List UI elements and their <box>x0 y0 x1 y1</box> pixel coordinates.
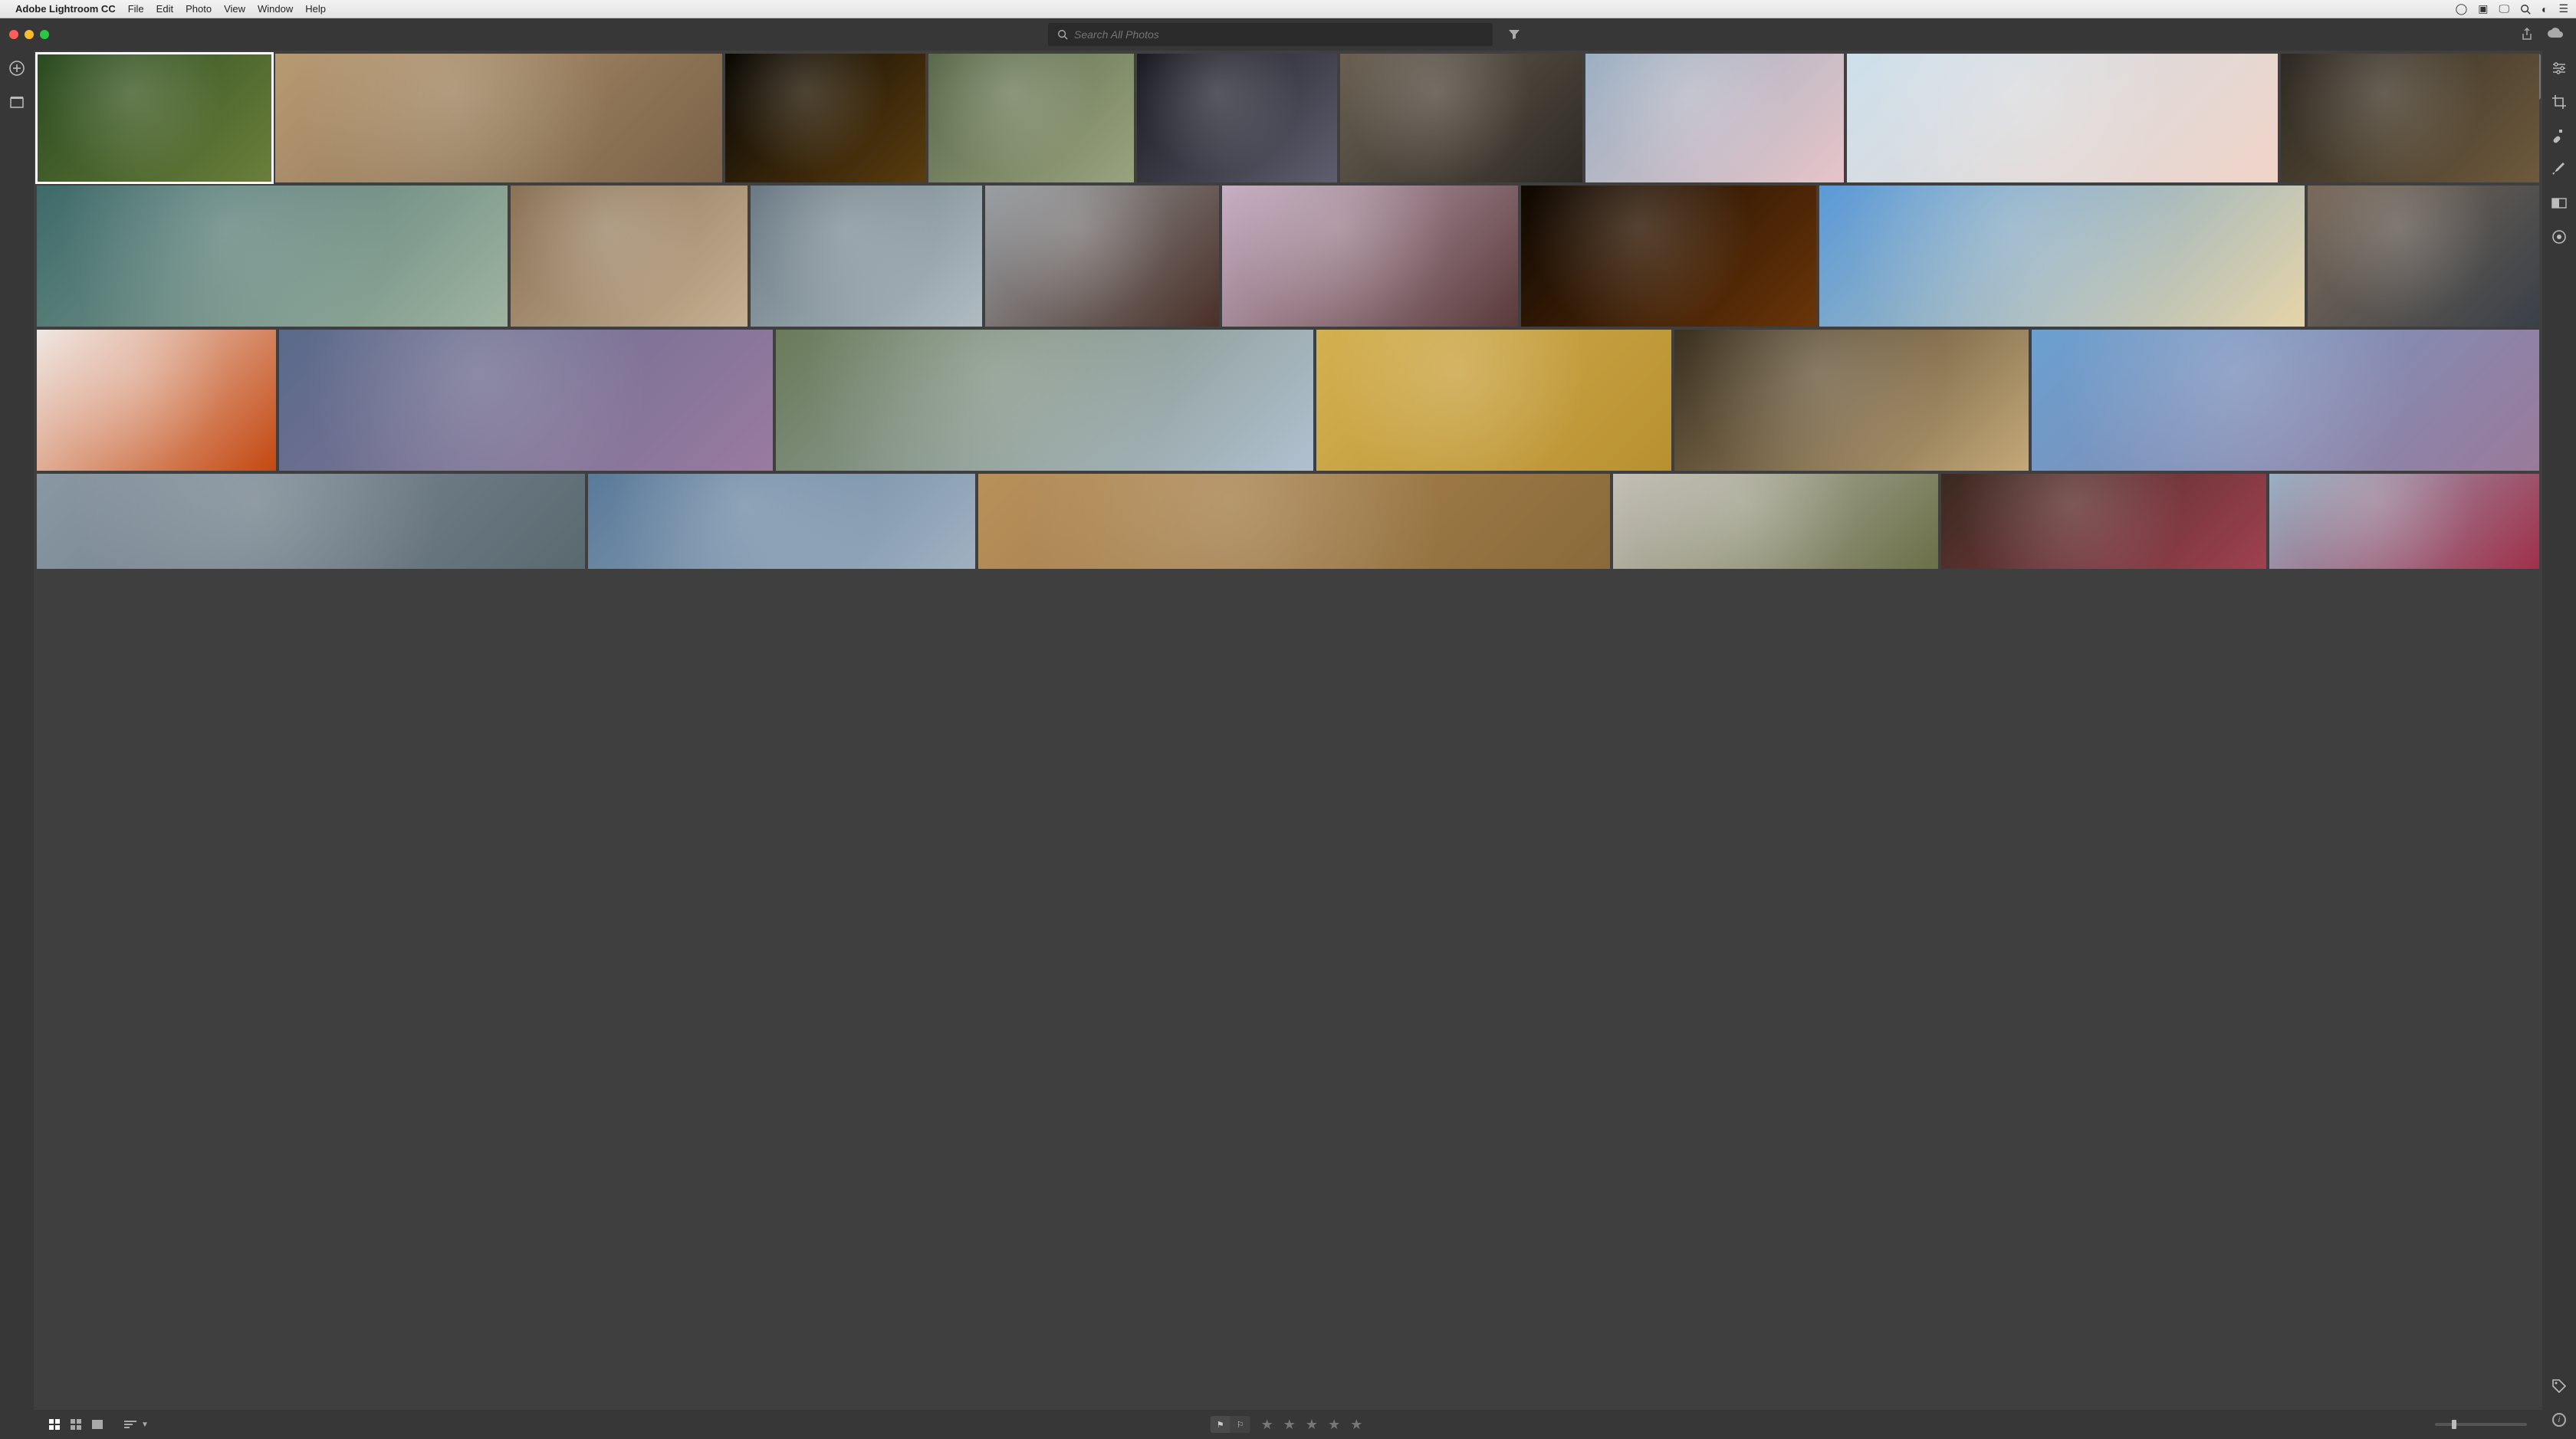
photo-thumbnail[interactable] <box>2269 474 2539 569</box>
grid-row <box>37 186 2539 327</box>
menu-file[interactable]: File <box>128 3 144 15</box>
photo-thumbnail[interactable] <box>37 474 585 569</box>
photo-thumbnail[interactable] <box>1222 186 1518 327</box>
sort-button[interactable]: ▼ <box>124 1421 149 1429</box>
search-field[interactable] <box>1048 23 1493 46</box>
menu-view[interactable]: View <box>224 3 245 15</box>
creative-cloud-icon[interactable]: ◯ <box>2456 2 2468 15</box>
left-rail <box>0 51 34 1439</box>
photo-thumbnail[interactable] <box>1674 330 2029 471</box>
menu-window[interactable]: Window <box>258 3 293 15</box>
menu-edit[interactable]: Edit <box>156 3 173 15</box>
photo-thumbnail[interactable] <box>511 186 748 327</box>
photo-thumbnail[interactable] <box>1941 474 2266 569</box>
photo-thumbnail[interactable] <box>985 186 1219 327</box>
linear-gradient-button[interactable] <box>2551 195 2568 212</box>
photo-thumbnail[interactable] <box>37 330 276 471</box>
filter-button[interactable] <box>1500 23 1528 46</box>
view-square-grid-button[interactable] <box>71 1419 81 1430</box>
view-grid-button[interactable] <box>49 1419 60 1430</box>
grid-row <box>37 330 2539 471</box>
photo-thumbnail[interactable] <box>751 186 982 327</box>
photo-thumbnail[interactable] <box>1521 186 1817 327</box>
share-button[interactable] <box>2521 28 2533 41</box>
photo-thumbnail[interactable] <box>37 54 272 182</box>
photo-thumbnail[interactable] <box>776 330 1313 471</box>
menu-photo[interactable]: Photo <box>186 3 212 15</box>
app-name[interactable]: Adobe Lightroom CC <box>15 3 116 15</box>
photo-thumbnail[interactable] <box>2308 186 2539 327</box>
grid-row <box>37 474 2539 569</box>
screen-record-icon[interactable]: ▣ <box>2478 2 2488 15</box>
menu-help[interactable]: Help <box>305 3 326 15</box>
siri-icon[interactable]: ◐ <box>2542 3 2548 15</box>
edit-sliders-button[interactable] <box>2551 60 2568 77</box>
display-icon[interactable]: 🖵 <box>2499 2 2509 15</box>
app-toolbar <box>0 18 2576 51</box>
healing-brush-button[interactable] <box>2551 127 2568 144</box>
photo-thumbnail[interactable] <box>928 54 1134 182</box>
photo-thumbnail[interactable] <box>1316 330 1671 471</box>
flag-reject-button[interactable]: ⚐ <box>1230 1416 1250 1433</box>
right-rail: i <box>2542 51 2576 1439</box>
photo-thumbnail[interactable] <box>978 474 1610 569</box>
flag-pick-button[interactable]: ⚑ <box>1211 1416 1230 1433</box>
sort-icon <box>124 1421 136 1428</box>
search-icon <box>1057 29 1068 40</box>
add-photos-button[interactable] <box>8 60 25 77</box>
photo-thumbnail[interactable] <box>725 54 925 182</box>
photo-thumbnail[interactable] <box>1585 54 1844 182</box>
cloud-sync-icon[interactable] <box>2547 28 2564 41</box>
grid-row <box>37 54 2539 182</box>
radial-gradient-button[interactable] <box>2551 228 2568 245</box>
brush-button[interactable] <box>2551 161 2568 178</box>
my-photos-button[interactable] <box>8 94 25 110</box>
photo-thumbnail[interactable] <box>1137 54 1337 182</box>
keywords-button[interactable] <box>2551 1378 2568 1395</box>
photo-thumbnail[interactable] <box>275 54 722 182</box>
photo-thumbnail[interactable] <box>2032 330 2539 471</box>
rating-stars[interactable]: ★ ★ ★ ★ ★ <box>1261 1417 1366 1433</box>
photo-thumbnail[interactable] <box>1819 186 2304 327</box>
bottom-bar: ▼ ⚑ ⚐ ★ ★ ★ ★ ★ <box>34 1410 2542 1439</box>
flag-controls: ⚑ ⚐ <box>1211 1416 1250 1433</box>
window-controls <box>0 30 61 39</box>
main-panel: ▼ ⚑ ⚐ ★ ★ ★ ★ ★ <box>34 51 2542 1439</box>
thumbnail-size-slider[interactable] <box>2435 1423 2527 1426</box>
notification-center-icon[interactable]: ☰ <box>2558 2 2568 15</box>
photo-thumbnail[interactable] <box>2281 54 2539 182</box>
photo-thumbnail[interactable] <box>1847 54 2278 182</box>
view-detail-button[interactable] <box>92 1420 103 1429</box>
macos-menubar: Adobe Lightroom CC File Edit Photo View … <box>0 0 2576 18</box>
window-minimize-button[interactable] <box>25 30 34 39</box>
photo-thumbnail[interactable] <box>1340 54 1582 182</box>
photo-thumbnail[interactable] <box>37 186 508 327</box>
spotlight-icon[interactable] <box>2520 4 2531 15</box>
crop-button[interactable] <box>2551 94 2568 110</box>
info-button[interactable]: i <box>2551 1411 2568 1428</box>
search-input[interactable] <box>1074 28 1484 41</box>
window-zoom-button[interactable] <box>40 30 49 39</box>
chevron-down-icon: ▼ <box>141 1421 149 1429</box>
photo-thumbnail[interactable] <box>1613 474 1938 569</box>
window-close-button[interactable] <box>9 30 18 39</box>
photo-thumbnail[interactable] <box>588 474 974 569</box>
photo-thumbnail[interactable] <box>279 330 774 471</box>
photo-grid <box>34 51 2542 1410</box>
